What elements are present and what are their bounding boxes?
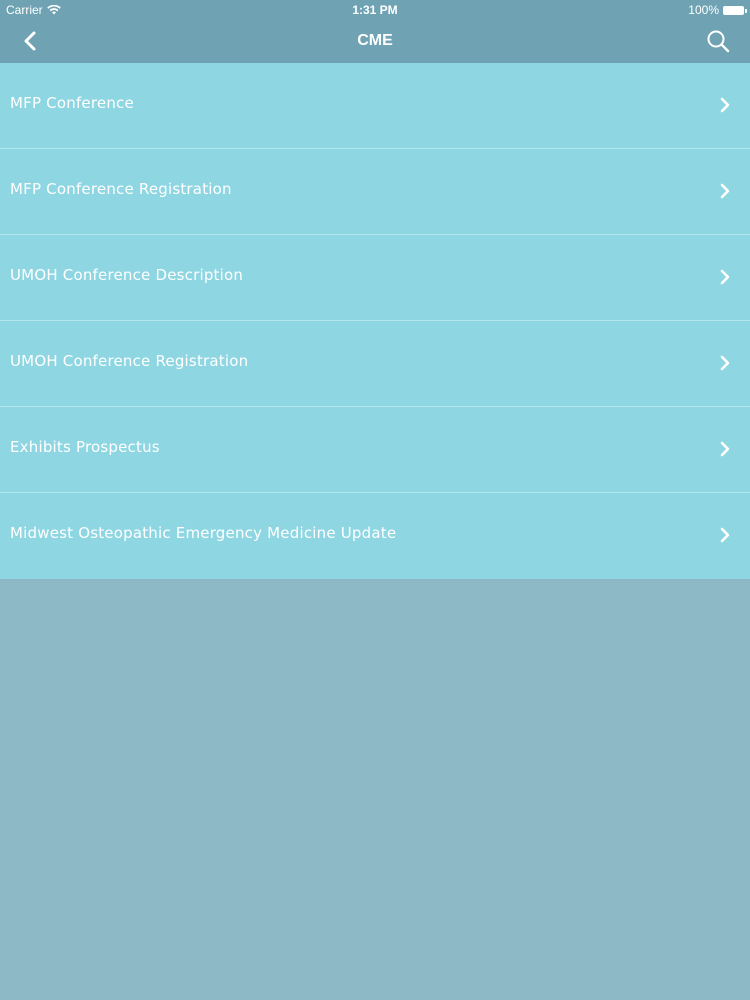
list-item-label: MFP Conference Registration <box>10 180 232 198</box>
chevron-right-icon <box>720 183 730 199</box>
list-item-label: Midwest Osteopathic Emergency Medicine U… <box>10 524 397 542</box>
status-bar: Carrier 1:31 PM 100% <box>0 0 750 20</box>
chevron-right-icon <box>720 527 730 543</box>
list-item[interactable]: UMOH Conference Description <box>0 235 750 321</box>
list-item[interactable]: Midwest Osteopathic Emergency Medicine U… <box>0 493 750 579</box>
chevron-right-icon <box>720 97 730 113</box>
chevron-right-icon <box>720 355 730 371</box>
list-item-label: Exhibits Prospectus <box>10 438 160 456</box>
navigation-bar: CME <box>0 20 750 63</box>
chevron-right-icon <box>720 269 730 285</box>
list-item[interactable]: MFP Conference Registration <box>0 149 750 235</box>
menu-list: MFP Conference MFP Conference Registrati… <box>0 63 750 579</box>
battery-percentage: 100% <box>688 3 719 17</box>
battery-icon <box>723 5 747 15</box>
list-item-label: MFP Conference <box>10 94 134 112</box>
search-icon[interactable] <box>706 29 730 53</box>
list-item[interactable]: UMOH Conference Registration <box>0 321 750 407</box>
list-item-label: UMOH Conference Description <box>10 266 244 284</box>
list-item[interactable]: MFP Conference <box>0 63 750 149</box>
status-time: 1:31 PM <box>352 3 398 17</box>
chevron-right-icon <box>720 441 730 457</box>
battery-indicator: 100% <box>688 3 747 17</box>
page-title: CME <box>357 32 393 49</box>
list-item-label: UMOH Conference Registration <box>10 352 249 370</box>
list-item[interactable]: Exhibits Prospectus <box>0 407 750 493</box>
